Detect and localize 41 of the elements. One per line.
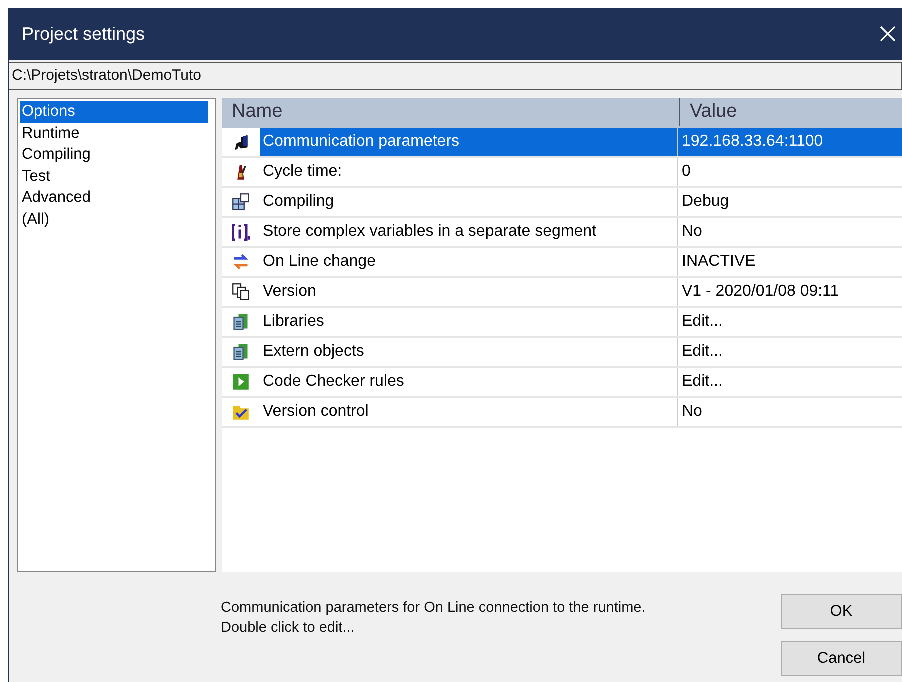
windows-icon (232, 193, 250, 211)
column-header[interactable]: Name (222, 98, 680, 126)
category-item[interactable]: Options (20, 101, 208, 122)
category-item[interactable]: (All) (20, 208, 208, 230)
documents-icon (232, 283, 250, 301)
property-value[interactable]: 192.168.33.64:1100 (678, 128, 902, 156)
property-value[interactable]: No (678, 218, 902, 246)
property-name[interactable]: Extern objects (260, 338, 678, 366)
project-path: C:\Projets\straton\DemoTuto (9, 62, 902, 90)
description-text: Communication parameters for On Line connection to the runtime. Double click to edit... (221, 599, 646, 638)
category-item[interactable]: Compiling (20, 144, 208, 166)
property-name[interactable]: Compiling (260, 188, 678, 216)
property-name[interactable]: On Line change (260, 248, 678, 276)
swap-arrows-icon (232, 253, 250, 271)
property-value[interactable]: No (678, 398, 902, 426)
stacked-pages-icon (232, 343, 250, 361)
ok-button[interactable]: OK (781, 594, 902, 629)
property-value[interactable]: Edit... (678, 368, 902, 396)
category-item[interactable]: Advanced (20, 187, 208, 208)
property-value[interactable]: Edit... (678, 338, 902, 366)
play-icon (232, 373, 250, 391)
column-header[interactable]: Value (680, 98, 902, 126)
property-name[interactable]: Libraries (260, 308, 678, 336)
property-value[interactable]: INACTIVE (678, 248, 902, 276)
property-value[interactable]: V1 - 2020/01/08 09:11 (678, 278, 902, 306)
property-value[interactable]: Debug (678, 188, 902, 216)
stacked-pages-icon (232, 313, 250, 331)
property-name[interactable]: Store complex variables in a separate segment (260, 218, 678, 246)
property-name[interactable]: Code Checker rules (260, 368, 678, 396)
property-name[interactable]: Cycle time: (260, 158, 678, 186)
category-item[interactable]: Runtime (20, 122, 208, 144)
close-icon[interactable] (880, 26, 896, 42)
property-value[interactable]: Edit... (678, 308, 902, 336)
window-title: Project settings (22, 24, 146, 44)
bracket-icon (232, 223, 250, 241)
cancel-button[interactable]: Cancel (781, 641, 902, 676)
property-name[interactable]: Communication parameters (260, 128, 678, 156)
category-item[interactable]: Test (20, 166, 208, 187)
property-name[interactable]: Version control (260, 398, 678, 426)
property-name[interactable]: Version (260, 278, 678, 306)
property-value[interactable]: 0 (678, 158, 902, 186)
